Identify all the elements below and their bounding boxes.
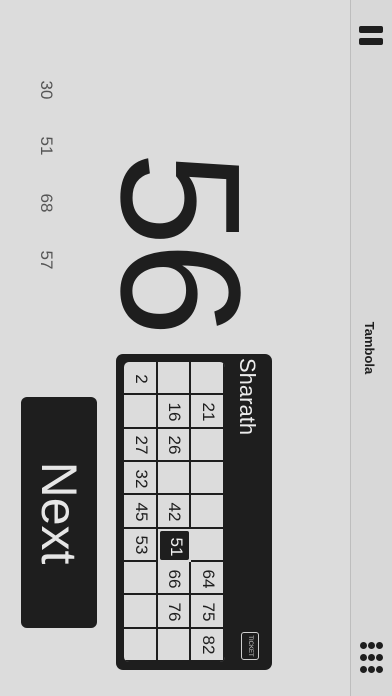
- recent-number: 51: [37, 136, 56, 156]
- ticket-cell-number: 51: [167, 537, 187, 557]
- ticket-cell[interactable]: [191, 495, 225, 529]
- ticket-cell-number: [198, 466, 218, 492]
- ticket-cell-number: [131, 599, 151, 625]
- ticket-cell[interactable]: [157, 628, 192, 662]
- ticket-cell[interactable]: [124, 395, 158, 429]
- ticket-cell-number: [164, 466, 184, 492]
- ticket-cell-number: 26: [165, 435, 185, 455]
- current-number: 56: [85, 151, 275, 333]
- ticket-player-name: Sharath: [235, 358, 260, 436]
- ticket-cell-number: 42: [165, 502, 185, 522]
- ticket-cell-number: 32: [131, 469, 151, 489]
- ticket-cell-number: 76: [165, 602, 185, 622]
- ticket-cell[interactable]: 51: [157, 528, 192, 562]
- ticket-cell-number: [198, 499, 218, 525]
- ticket-grid: 2 21 16 26 27 32 42 45 51 53 64 66 75 76 82: [124, 362, 225, 662]
- ticket-cell[interactable]: [124, 628, 158, 662]
- ticket-cell[interactable]: 42: [157, 495, 192, 529]
- next-button-label: Next: [31, 461, 87, 565]
- ticket-cell-number: [131, 632, 151, 658]
- ticket-cell-number: 27: [131, 435, 151, 455]
- pause-icon[interactable]: [359, 26, 383, 46]
- ticket-cell-number: [198, 432, 218, 458]
- ticket-cell[interactable]: 66: [157, 562, 192, 596]
- ticket-cell[interactable]: 82: [191, 628, 225, 662]
- ticket-cell[interactable]: 45: [124, 495, 158, 529]
- ticket-cell-number: [198, 532, 218, 558]
- ticket-cell-number: [164, 366, 184, 392]
- ticket-icon[interactable]: TICKET: [241, 632, 259, 660]
- ticket-cell[interactable]: 21: [191, 395, 225, 429]
- ticket-cell[interactable]: 26: [157, 428, 192, 462]
- recent-number: 57: [37, 250, 56, 270]
- recent-number: 30: [37, 80, 56, 100]
- ticket-cell-number: 16: [165, 402, 185, 422]
- ticket-cell[interactable]: [124, 595, 158, 629]
- ticket-cell[interactable]: [191, 462, 225, 496]
- ticket-cell[interactable]: 27: [124, 428, 158, 462]
- ticket-cell-number: 75: [199, 602, 219, 622]
- ticket-cell[interactable]: 75: [191, 595, 225, 629]
- ticket-cell-number: 53: [131, 535, 151, 555]
- ticket-cell-number: 66: [165, 569, 185, 589]
- app-title: Tambola: [362, 321, 377, 375]
- ticket-cell-number: [131, 399, 151, 425]
- ticket-cell[interactable]: 2: [124, 362, 158, 396]
- ticket-cell[interactable]: [191, 428, 225, 462]
- ticket-cell[interactable]: [191, 528, 225, 562]
- recent-number: 68: [37, 193, 56, 213]
- ticket-cell-number: [198, 366, 218, 392]
- ticket-cell-number: [164, 632, 184, 658]
- ticket-cell-number: 82: [199, 635, 219, 655]
- ticket-cell-number: 64: [199, 569, 219, 589]
- ticket-cell[interactable]: 64: [191, 562, 225, 596]
- ticket-cell-number: [131, 566, 151, 592]
- ticket-cell[interactable]: 53: [124, 528, 158, 562]
- ticket-cell[interactable]: [124, 562, 158, 596]
- ticket-cell-number: 2: [131, 373, 151, 384]
- ticket-cell[interactable]: 76: [157, 595, 192, 629]
- ticket-cell[interactable]: [191, 362, 225, 396]
- ticket-cell[interactable]: 32: [124, 462, 158, 496]
- ticket-cell[interactable]: [157, 362, 192, 396]
- ticket-cell[interactable]: 16: [157, 395, 192, 429]
- ticket-cell-number: 21: [199, 402, 219, 422]
- ticket-cell-number: 45: [131, 502, 151, 522]
- ticket-cell[interactable]: [157, 462, 192, 496]
- menu-grid-icon[interactable]: [360, 642, 384, 678]
